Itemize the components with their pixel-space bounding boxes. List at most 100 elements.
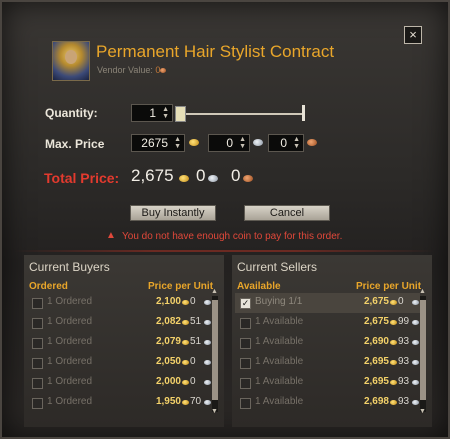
max-gold-input[interactable]: 2675 ▲ ▼ xyxy=(131,134,185,152)
silver-coin-icon xyxy=(412,360,419,365)
gold-coin-icon xyxy=(182,300,189,305)
seller-row[interactable]: 1 Available 2,695 93 xyxy=(235,353,420,373)
buyers-scrollbar[interactable]: ▲ ▼ xyxy=(211,288,218,415)
copper-coin-icon xyxy=(243,175,253,182)
warning-message: You do not have enough coin to pay for t… xyxy=(122,231,343,242)
max-copper-input[interactable]: 0 ▲ ▼ xyxy=(268,134,304,152)
row-price-silver: 0 xyxy=(398,296,404,307)
row-price-silver: 51 xyxy=(190,336,202,347)
row-label: 1 Ordered xyxy=(47,296,93,307)
scroll-down-icon[interactable]: ▼ xyxy=(211,408,218,415)
silver-coin-icon xyxy=(412,340,419,345)
gold-coin-icon xyxy=(182,320,189,325)
copper-spinner[interactable]: ▲ ▼ xyxy=(293,136,300,150)
buyer-row[interactable]: 1 Ordered 2,079 51 xyxy=(27,333,212,353)
row-price-silver: 93 xyxy=(398,336,410,347)
buy-instantly-button[interactable]: Buy Instantly xyxy=(130,205,216,221)
gold-coin-icon xyxy=(390,360,397,365)
sellers-scroll-thumb[interactable] xyxy=(420,300,426,400)
sellers-scrollbar[interactable]: ▲ ▼ xyxy=(419,288,426,415)
gold-coin-icon xyxy=(390,320,397,325)
buyer-row[interactable]: 1 Ordered 2,000 0 xyxy=(27,373,212,393)
row-price-gold: 2,675 xyxy=(363,316,389,327)
row-label: 1 Ordered xyxy=(47,396,93,407)
row-price-silver: 0 xyxy=(190,356,196,367)
row-checkbox[interactable] xyxy=(240,398,251,409)
row-price-gold: 1,950 xyxy=(155,396,181,407)
row-checkbox[interactable] xyxy=(32,378,43,389)
row-price-silver: 93 xyxy=(398,356,410,367)
silver-coin-icon xyxy=(204,320,211,325)
gold-coin-icon xyxy=(182,400,189,405)
seller-row[interactable]: 1 Available 2,695 93 xyxy=(235,373,420,393)
max-price-label: Max. Price xyxy=(45,137,105,151)
row-price-silver: 0 xyxy=(190,296,196,307)
row-price-gold: 2,079 xyxy=(155,336,181,347)
row-price-gold: 2,100 xyxy=(155,296,181,307)
max-silver-input[interactable]: 0 ▲ ▼ xyxy=(208,134,250,152)
quantity-spinner[interactable]: ▲ ▼ xyxy=(162,106,169,120)
total-silver: 0 xyxy=(196,166,206,185)
gold-coin-icon xyxy=(390,300,397,305)
close-button[interactable]: × xyxy=(404,26,422,44)
item-name: Permanent Hair Stylist Contract xyxy=(96,42,335,61)
gold-coin-icon xyxy=(179,175,189,182)
row-price-silver: 99 xyxy=(398,316,410,327)
silver-coin-icon xyxy=(412,300,419,305)
copper-coin-icon xyxy=(307,139,317,146)
sellers-title: Current Sellers xyxy=(237,260,318,274)
silver-coin-icon xyxy=(204,300,211,305)
buyers-col-ordered: Ordered xyxy=(29,281,68,292)
row-label: Buying 1/1 xyxy=(255,296,303,307)
scroll-up-icon[interactable]: ▲ xyxy=(419,288,426,295)
quantity-slider[interactable] xyxy=(180,113,304,115)
row-checkbox[interactable] xyxy=(240,318,251,329)
seller-row[interactable]: ✓ Buying 1/1 2,675 0 xyxy=(235,293,420,313)
row-checkbox[interactable] xyxy=(240,378,251,389)
quantity-input[interactable]: 1 ▲ ▼ xyxy=(131,104,173,122)
copper-coin-icon xyxy=(160,68,167,74)
row-label: 1 Ordered xyxy=(47,376,93,387)
buyer-row[interactable]: 1 Ordered 2,082 51 xyxy=(27,313,212,333)
quantity-slider-thumb[interactable] xyxy=(175,106,186,122)
row-price-gold: 2,690 xyxy=(363,336,389,347)
gold-spinner[interactable]: ▲ ▼ xyxy=(174,136,181,150)
scroll-up-icon[interactable]: ▲ xyxy=(211,288,218,295)
buyer-row[interactable]: 1 Ordered 2,100 0 xyxy=(27,293,212,313)
seller-row[interactable]: 1 Available 2,698 93 xyxy=(235,393,420,413)
cancel-button[interactable]: Cancel xyxy=(244,205,330,221)
row-price-silver: 93 xyxy=(398,376,410,387)
row-checkbox[interactable] xyxy=(240,358,251,369)
row-checkbox[interactable] xyxy=(32,318,43,329)
warning-icon: ▲ xyxy=(106,230,116,241)
silver-coin-icon xyxy=(412,320,419,325)
row-price-gold: 2,050 xyxy=(155,356,181,367)
buyer-row[interactable]: 1 Ordered 1,950 70 xyxy=(27,393,212,413)
gold-coin-icon xyxy=(182,340,189,345)
silver-coin-icon xyxy=(208,175,218,182)
row-checkbox[interactable] xyxy=(32,298,43,309)
buyer-row[interactable]: 1 Ordered 2,050 0 xyxy=(27,353,212,373)
quantity-label: Quantity: xyxy=(45,106,98,120)
row-checkbox[interactable]: ✓ xyxy=(240,298,251,309)
silver-coin-icon xyxy=(204,380,211,385)
item-icon xyxy=(52,41,90,81)
row-label: 1 Ordered xyxy=(47,316,93,327)
row-price-silver: 70 xyxy=(190,396,202,407)
seller-row[interactable]: 1 Available 2,675 99 xyxy=(235,313,420,333)
row-checkbox[interactable] xyxy=(32,338,43,349)
silver-spinner[interactable]: ▲ ▼ xyxy=(239,136,246,150)
row-checkbox[interactable] xyxy=(240,338,251,349)
silver-coin-icon xyxy=(253,139,263,146)
silver-coin-icon xyxy=(412,400,419,405)
gold-coin-icon xyxy=(390,400,397,405)
row-price-silver: 93 xyxy=(398,396,410,407)
silver-coin-icon xyxy=(204,360,211,365)
row-checkbox[interactable] xyxy=(32,398,43,409)
buyers-scroll-thumb[interactable] xyxy=(212,300,218,400)
seller-row[interactable]: 1 Available 2,690 93 xyxy=(235,333,420,353)
scroll-down-icon[interactable]: ▼ xyxy=(419,408,426,415)
total-copper: 0 xyxy=(231,166,241,185)
row-checkbox[interactable] xyxy=(32,358,43,369)
row-price-gold: 2,000 xyxy=(155,376,181,387)
